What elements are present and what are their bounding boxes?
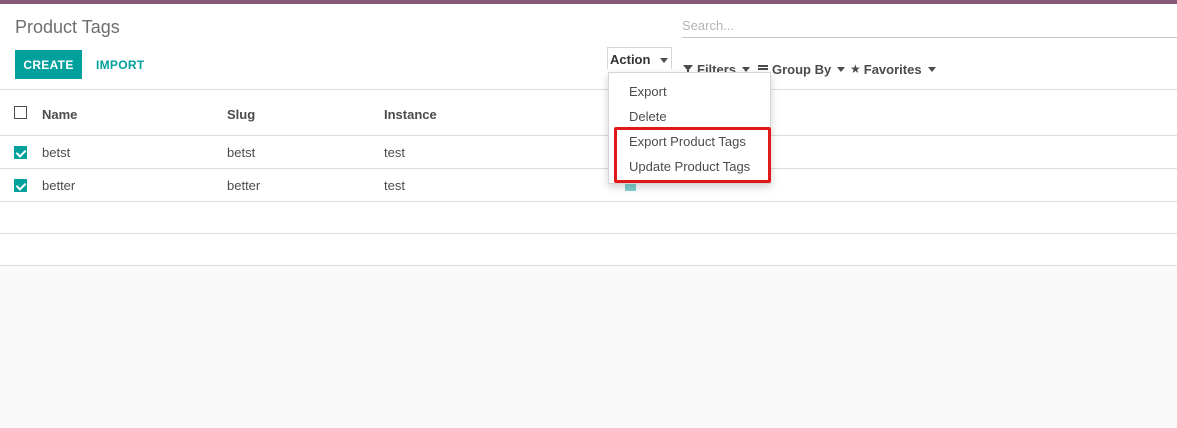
- caret-down-icon: [837, 66, 846, 72]
- column-header-slug[interactable]: Slug: [227, 107, 255, 122]
- group-by-label: Group By: [772, 61, 832, 77]
- cell-instance: test: [384, 178, 405, 193]
- action-label: Action: [610, 52, 651, 67]
- cell-slug: betst: [227, 145, 256, 160]
- cell-name: betst: [42, 145, 71, 160]
- cell-instance: test: [384, 145, 405, 160]
- table-header-row: Name Slug Instance: [0, 90, 1177, 136]
- highlight-annotation-box: [614, 127, 771, 183]
- menu-item-delete[interactable]: Delete: [629, 109, 667, 124]
- import-button[interactable]: IMPORT: [90, 50, 150, 79]
- search-bar: [682, 14, 1177, 38]
- column-header-instance[interactable]: Instance: [384, 107, 437, 122]
- caret-down-icon: [660, 58, 669, 64]
- group-by-dropdown[interactable]: Group By: [758, 61, 846, 77]
- control-panel: Product Tags CREATE IMPORT Filters Group…: [0, 4, 1177, 90]
- column-header-name[interactable]: Name: [42, 107, 77, 122]
- page-title: Product Tags: [15, 17, 120, 37]
- empty-row: [0, 234, 1177, 266]
- cell-name: better: [42, 178, 76, 193]
- select-all-checkbox[interactable]: [14, 106, 27, 119]
- table-row[interactable]: better better test: [0, 169, 1177, 202]
- cell-slug: better: [227, 178, 261, 193]
- action-dropdown-button[interactable]: Action: [607, 47, 672, 69]
- empty-row: [0, 202, 1177, 234]
- table-row[interactable]: betst betst test: [0, 136, 1177, 169]
- row-checkbox[interactable]: [14, 146, 27, 159]
- caret-down-icon: [927, 66, 936, 72]
- create-button[interactable]: CREATE: [15, 50, 82, 79]
- star-icon: ★: [850, 62, 861, 76]
- row-checkbox[interactable]: [14, 179, 27, 192]
- list-table: Name Slug Instance betst betst test bett…: [0, 90, 1177, 266]
- filter-icon: [683, 65, 693, 76]
- search-input[interactable]: [682, 14, 1177, 36]
- caret-down-icon: [742, 66, 751, 72]
- favorites-dropdown[interactable]: ★ Favorites: [850, 61, 936, 77]
- menu-item-export[interactable]: Export: [629, 84, 667, 99]
- favorites-label: Favorites: [863, 61, 922, 77]
